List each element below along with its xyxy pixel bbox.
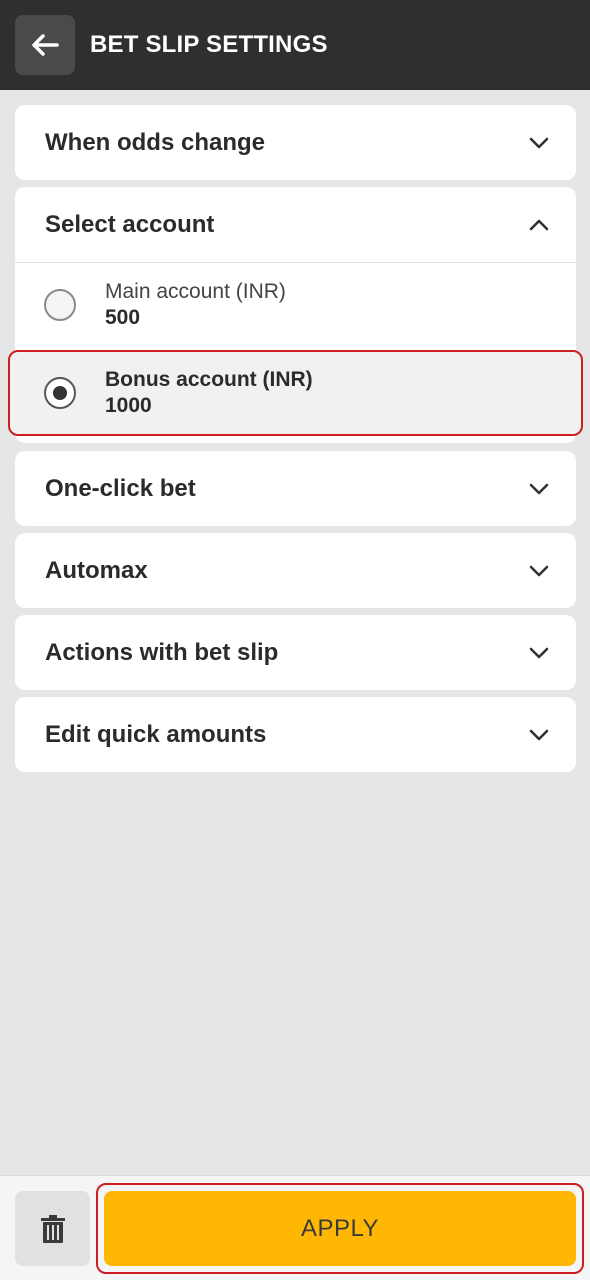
section-title: When odds change xyxy=(45,128,266,156)
arrow-left-icon xyxy=(32,34,59,56)
back-button[interactable] xyxy=(15,15,75,75)
account-option-main[interactable]: Main account (INR) 500 xyxy=(15,263,576,347)
account-option-bonus[interactable]: Bonus account (INR) 1000 xyxy=(8,350,583,436)
section-edit-quick-amounts: Edit quick amounts xyxy=(15,697,576,772)
apply-button[interactable]: APPLY xyxy=(104,1191,576,1266)
top-bar: BET SLIP SETTINGS xyxy=(0,0,590,90)
chevron-down-icon xyxy=(529,565,549,576)
section-actions-bet-slip: Actions with bet slip xyxy=(15,615,576,690)
chevron-down-icon xyxy=(529,647,549,658)
section-title: Automax xyxy=(45,556,148,584)
section-edit-quick-amounts-header[interactable]: Edit quick amounts xyxy=(15,697,576,772)
section-automax: Automax xyxy=(15,533,576,608)
account-option-text: Bonus account (INR) 1000 xyxy=(105,367,313,419)
trash-icon xyxy=(40,1214,65,1243)
section-odds-change-header[interactable]: When odds change xyxy=(15,105,576,180)
page-title: BET SLIP SETTINGS xyxy=(90,31,328,58)
section-automax-header[interactable]: Automax xyxy=(15,533,576,608)
section-one-click-bet: One-click bet xyxy=(15,451,576,526)
chevron-down-icon xyxy=(529,483,549,494)
section-title: Select account xyxy=(45,210,215,238)
section-odds-change: When odds change xyxy=(15,105,576,180)
account-option-text: Main account (INR) 500 xyxy=(105,279,286,331)
radio-dot xyxy=(53,386,67,400)
radio-button[interactable] xyxy=(44,289,76,321)
radio-button-selected[interactable] xyxy=(44,377,76,409)
section-title: Edit quick amounts xyxy=(45,720,267,748)
account-balance: 500 xyxy=(105,306,141,329)
account-name: Main account (INR) xyxy=(105,280,286,303)
section-title: Actions with bet slip xyxy=(45,638,279,666)
chevron-up-icon xyxy=(529,219,549,230)
delete-button[interactable] xyxy=(15,1191,90,1266)
account-balance: 1000 xyxy=(105,394,152,417)
account-name: Bonus account (INR) xyxy=(105,368,313,391)
chevron-down-icon xyxy=(529,137,549,148)
apply-button-highlight: APPLY xyxy=(96,1183,584,1274)
chevron-down-icon xyxy=(529,729,549,740)
section-title: One-click bet xyxy=(45,474,196,502)
section-select-account-header[interactable]: Select account xyxy=(15,187,576,262)
section-actions-bet-slip-header[interactable]: Actions with bet slip xyxy=(15,615,576,690)
section-one-click-bet-header[interactable]: One-click bet xyxy=(15,451,576,526)
bottom-action-bar: APPLY xyxy=(0,1175,590,1280)
